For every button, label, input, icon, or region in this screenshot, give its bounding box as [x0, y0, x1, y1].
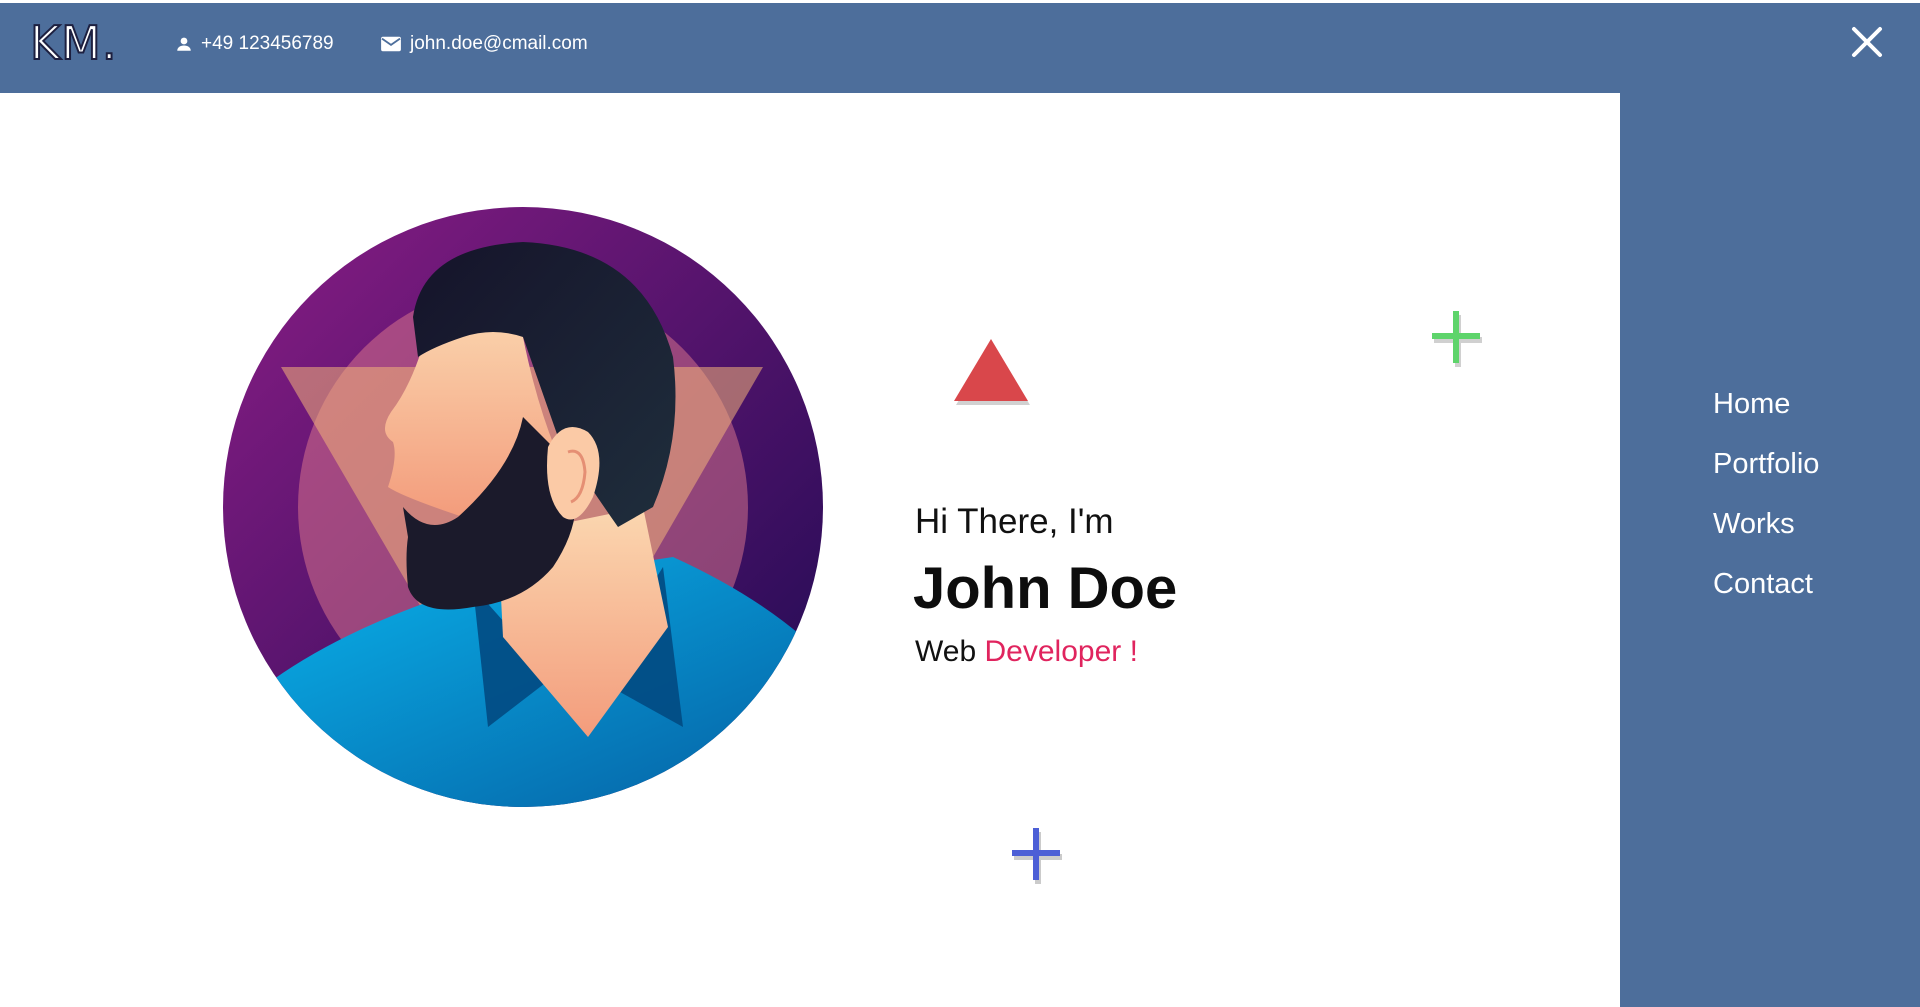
side-menu: Home Portfolio Works Contact	[1620, 93, 1920, 1007]
email-contact[interactable]: john.doe@cmail.com	[380, 33, 588, 55]
role-highlight: Developer !	[984, 635, 1138, 668]
menu-item-portfolio[interactable]: Portfolio	[1713, 447, 1819, 481]
red-triangle-icon	[954, 339, 1030, 405]
green-plus-icon	[1432, 311, 1482, 367]
hero-name: John Doe	[913, 556, 1178, 621]
email-address: john.doe@cmail.com	[410, 33, 588, 54]
menu-item-contact[interactable]: Contact	[1713, 567, 1813, 601]
hero-role: Web Developer !	[915, 633, 1138, 671]
greeting-text: Hi There, I'm	[915, 502, 1114, 541]
phone-number: +49 123456789	[201, 33, 334, 54]
blue-plus-icon	[1012, 828, 1062, 884]
avatar-illustration	[223, 207, 823, 807]
person-icon	[177, 37, 191, 51]
page: KM. +49 123456789 john.doe@cmail.com Hom…	[0, 0, 1920, 1007]
logo[interactable]: KM.	[29, 15, 117, 71]
top-bar: KM. +49 123456789 john.doe@cmail.com	[0, 3, 1920, 93]
menu-item-works[interactable]: Works	[1713, 507, 1795, 541]
role-prefix: Web	[915, 635, 977, 668]
menu-item-home[interactable]: Home	[1713, 387, 1790, 421]
mail-icon	[381, 36, 401, 52]
close-icon[interactable]	[1850, 25, 1884, 59]
phone-contact[interactable]: +49 123456789	[175, 33, 334, 55]
